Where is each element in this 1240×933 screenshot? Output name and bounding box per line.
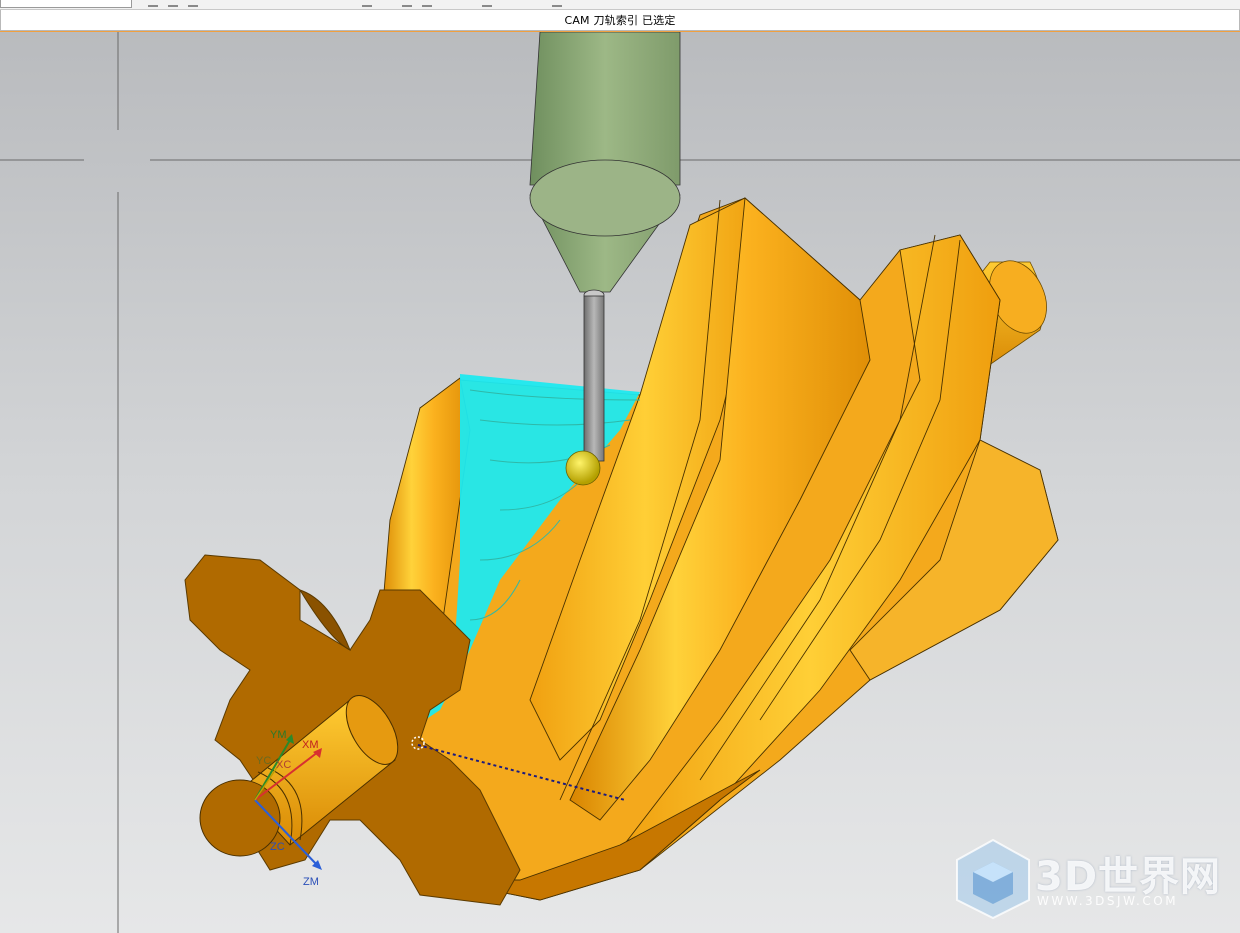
toolbar-icon[interactable] bbox=[188, 0, 198, 7]
axis-label-zm: ZM bbox=[303, 876, 319, 888]
axis-label-ym: YM bbox=[270, 729, 287, 741]
toolbar-icon[interactable] bbox=[362, 0, 372, 7]
toolbar-icon[interactable] bbox=[148, 0, 158, 7]
axis-label-xm: XM bbox=[302, 739, 319, 751]
toolbar-icon[interactable] bbox=[402, 0, 412, 7]
watermark: 3D世界网 WWW.3DSJW.COM bbox=[955, 838, 1225, 920]
toolbar-icon[interactable] bbox=[482, 0, 492, 7]
status-message: CAM 刀轨索引 已选定 bbox=[564, 14, 676, 27]
axis-label-xc: XC bbox=[276, 759, 291, 771]
cube-logo-icon bbox=[956, 838, 1030, 920]
axis-label-zc: ZC bbox=[270, 841, 285, 853]
top-toolbar bbox=[0, 0, 1240, 10]
status-bar: CAM 刀轨索引 已选定 bbox=[0, 10, 1240, 31]
toolbar-icon[interactable] bbox=[552, 0, 562, 7]
graphics-viewport[interactable]: YM YC XM XC ZC ZM 3D世界网 WWW.3DSJW.COM bbox=[0, 32, 1240, 933]
watermark-url: WWW.3DSJW.COM bbox=[1037, 894, 1179, 908]
toolbar-input[interactable] bbox=[0, 0, 132, 8]
toolbar-icon[interactable] bbox=[168, 0, 178, 7]
toolbar-icon[interactable] bbox=[422, 0, 432, 7]
axis-label-yc: YC bbox=[256, 755, 271, 767]
